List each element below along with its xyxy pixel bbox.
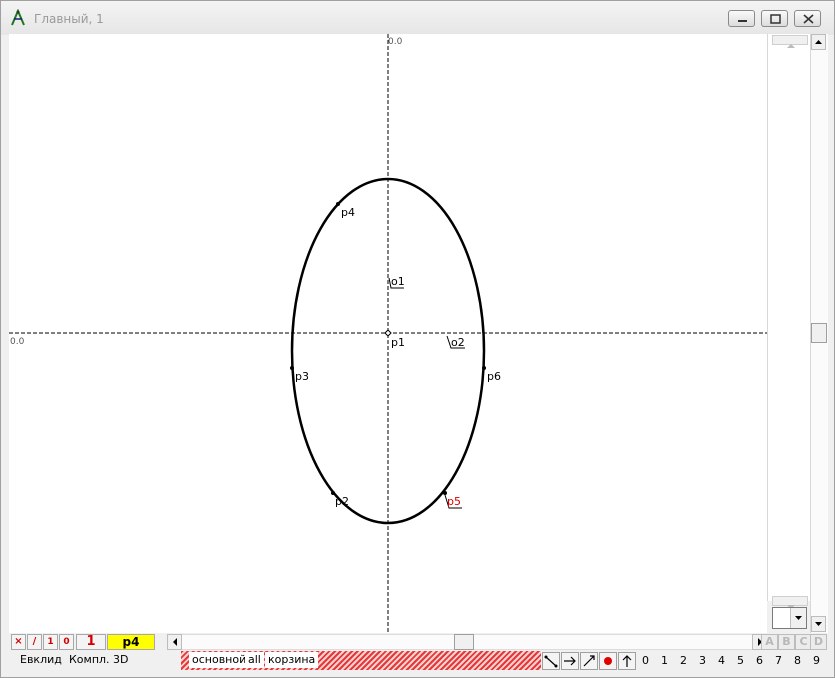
- segment-tool-icon: [544, 655, 558, 668]
- point-p6-label: p6: [487, 370, 501, 383]
- digit-8[interactable]: 8: [788, 654, 807, 667]
- app-compass-icon[interactable]: [10, 8, 28, 27]
- restore-button[interactable]: [761, 10, 788, 27]
- object-o2-label: o2: [451, 336, 465, 349]
- restore-icon: [770, 14, 781, 24]
- layer-combo-box[interactable]: [772, 607, 807, 629]
- letter-button-b[interactable]: B: [778, 634, 795, 650]
- minimize-icon: [738, 20, 747, 22]
- arrow-up-tool-button[interactable]: [618, 652, 636, 670]
- vertical-scrollbar[interactable]: [810, 34, 828, 633]
- point-p2-label: p2: [335, 495, 349, 508]
- digit-0[interactable]: 0: [636, 654, 655, 667]
- horizontal-scroll-thumb[interactable]: [454, 634, 474, 650]
- digit-7[interactable]: 7: [769, 654, 788, 667]
- scroll-left-button[interactable]: [167, 634, 182, 650]
- status-toolbar: × / 1 0 1 p4 A B C D: [9, 633, 827, 651]
- digit-9[interactable]: 9: [807, 654, 826, 667]
- inner-vertical-scrollbar[interactable]: [767, 34, 811, 609]
- bottom-tab-bar: Евклид Компл. 3D основной all корзина 0 …: [9, 651, 827, 671]
- tab-layer-main[interactable]: основной: [189, 652, 250, 668]
- point-p5-label: p5: [447, 495, 461, 508]
- chevron-left-icon: [173, 638, 177, 646]
- arrow-right-tool-icon: [564, 656, 576, 666]
- arrow-up-tool-icon: [622, 655, 632, 667]
- point-p5[interactable]: p5: [443, 491, 462, 509]
- title-bar[interactable]: Главный, 1: [1, 1, 834, 35]
- digit-6[interactable]: 6: [750, 654, 769, 667]
- chevron-down-icon: [815, 622, 822, 626]
- tab-euclid[interactable]: Евклид: [17, 652, 65, 668]
- chevron-up-icon: [815, 40, 822, 44]
- inner-scroll-up-button[interactable]: [772, 35, 808, 48]
- digit-4[interactable]: 4: [712, 654, 731, 667]
- tab-3d[interactable]: 3D: [110, 652, 131, 668]
- diagonal-line-tool-button[interactable]: [580, 652, 598, 670]
- digit-3[interactable]: 3: [693, 654, 712, 667]
- point-p1-label: p1: [391, 336, 405, 349]
- red-dot-tool-icon: [604, 657, 612, 665]
- point-p3-label: p3: [295, 370, 309, 383]
- tab-layer-trash[interactable]: корзина: [265, 652, 319, 668]
- letter-button-d[interactable]: D: [810, 634, 827, 650]
- point-p4-label: p4: [341, 206, 355, 219]
- line-mode-button[interactable]: /: [27, 634, 42, 650]
- window-title: Главный, 1: [34, 12, 104, 26]
- combo-dropdown-button[interactable]: [790, 608, 806, 628]
- tab-layer-all[interactable]: all: [245, 652, 264, 668]
- main-window: Главный, 1 0.0 0.0 o1 o2 p1 p2 p3 p4 p5 …: [0, 0, 835, 678]
- close-icon: [803, 14, 814, 24]
- diagonal-line-tool-icon: [583, 655, 595, 667]
- scroll-up-button[interactable]: [811, 34, 826, 50]
- mode-one-button[interactable]: 1: [43, 634, 58, 650]
- point-p2[interactable]: p2: [331, 491, 349, 508]
- minimize-button[interactable]: [728, 10, 755, 27]
- y-axis-origin-label: 0.0: [388, 37, 403, 47]
- red-dot-tool-button[interactable]: [599, 652, 617, 670]
- inner-scroll-down-button[interactable]: [772, 596, 808, 609]
- arrow-right-tool-button[interactable]: [561, 652, 579, 670]
- vertical-scroll-thumb[interactable]: [811, 323, 827, 343]
- object-o2[interactable]: o2: [446, 335, 465, 349]
- chevron-down-icon: [795, 616, 802, 620]
- point-p6[interactable]: p6: [482, 366, 501, 383]
- letter-button-a[interactable]: A: [761, 634, 778, 650]
- ellipse-curve[interactable]: [290, 177, 486, 525]
- selected-object-display: p4: [107, 634, 155, 650]
- mode-zero-button[interactable]: 0: [59, 634, 74, 650]
- close-button[interactable]: [794, 10, 821, 27]
- point-p4[interactable]: p4: [336, 202, 355, 219]
- tab-complex[interactable]: Компл.: [66, 652, 113, 668]
- segment-tool-button[interactable]: [542, 652, 560, 670]
- digit-1[interactable]: 1: [655, 654, 674, 667]
- horizontal-scrollbar[interactable]: [167, 634, 767, 650]
- delete-button[interactable]: ×: [11, 634, 26, 650]
- object-o1[interactable]: o1: [388, 275, 405, 289]
- digit-5[interactable]: 5: [731, 654, 750, 667]
- object-o1-label: o1: [391, 275, 405, 288]
- drawing-canvas[interactable]: 0.0 0.0 o1 o2 p1 p2 p3 p4 p5 p6: [9, 34, 767, 633]
- counter-display: 1: [76, 634, 106, 650]
- digit-2[interactable]: 2: [674, 654, 693, 667]
- x-axis-origin-label: 0.0: [10, 337, 25, 347]
- scroll-down-button[interactable]: [811, 616, 826, 632]
